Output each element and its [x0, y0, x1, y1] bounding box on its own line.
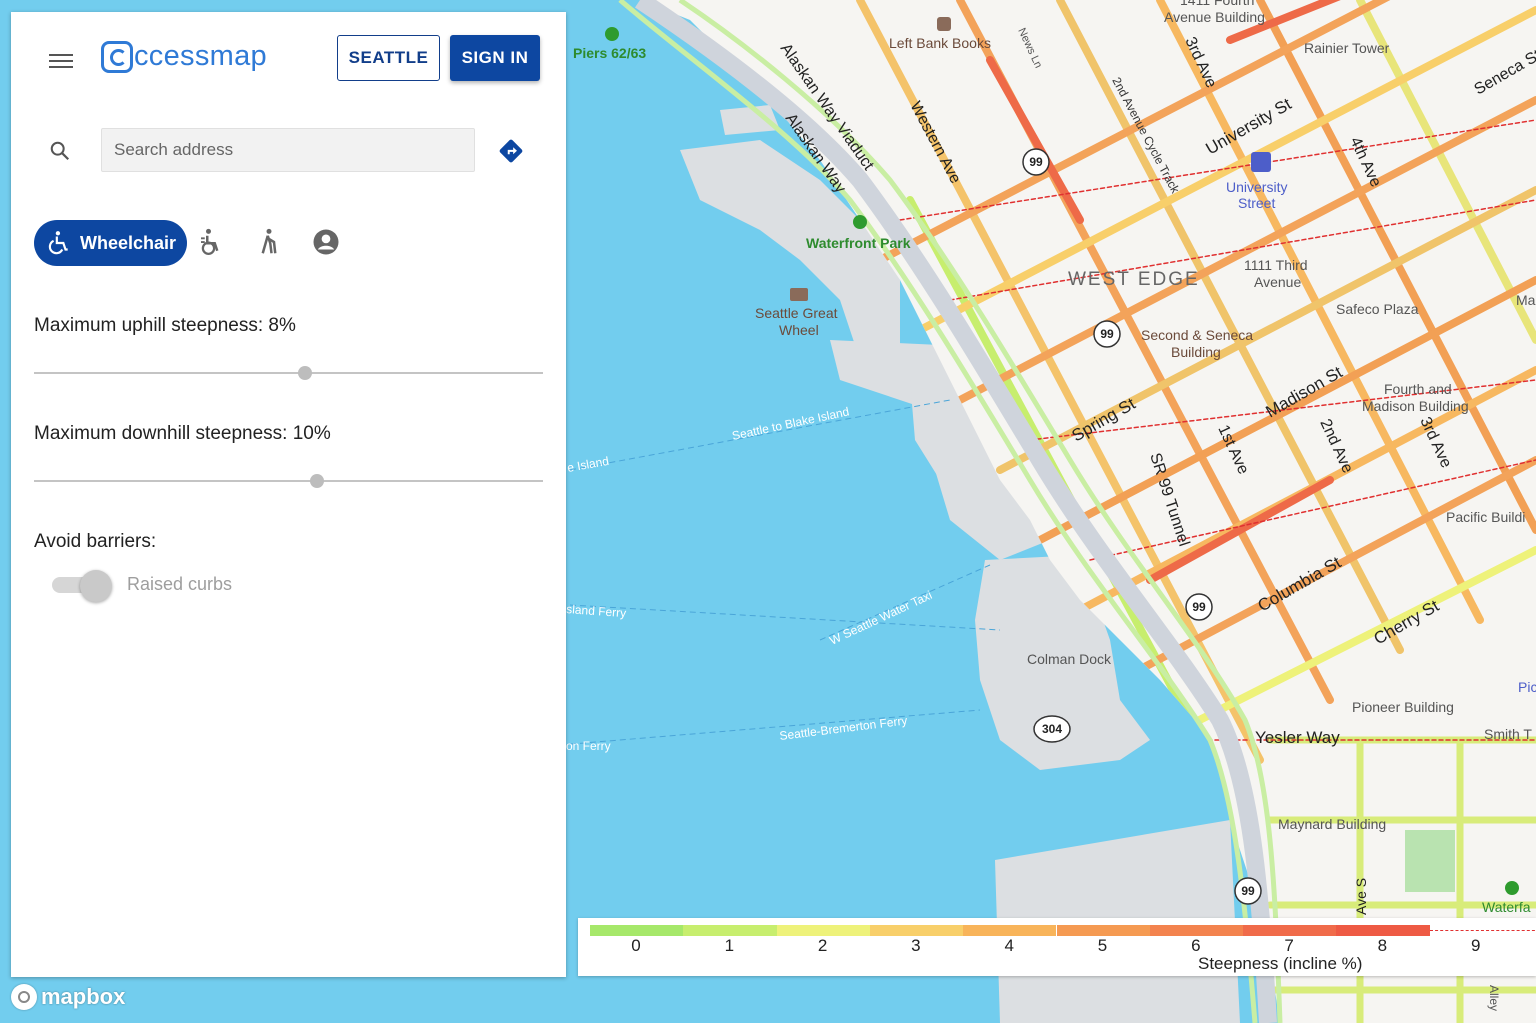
map-label: Pic	[1518, 679, 1536, 695]
legend-segment	[590, 925, 684, 936]
map-label: Ma	[1516, 292, 1536, 308]
map-label: Pioneer Building	[1352, 699, 1454, 715]
map-label: Smith T	[1484, 726, 1532, 742]
mapbox-logo-icon	[11, 984, 37, 1010]
legend-segment	[776, 925, 870, 936]
steepness-legend: 0 1 2 3 4 5 6 7 8 9 Steepness (incline %)	[578, 918, 1536, 976]
legend-segment	[1056, 925, 1150, 936]
map-label: WEST EDGE	[1068, 269, 1200, 290]
active-mode-label: Wheelchair	[80, 232, 177, 253]
map-label: University	[1226, 179, 1287, 195]
search-input[interactable]	[101, 128, 475, 172]
legend-tick-label: 7	[1284, 936, 1294, 955]
map-label: Colman Dock	[1027, 651, 1112, 667]
map-label: Safeco Plaza	[1336, 301, 1419, 317]
map-label: Madison Building	[1362, 398, 1469, 414]
route-shield-label: 99	[1100, 327, 1114, 341]
map-label: Pacific Buildi	[1446, 509, 1525, 525]
legend-segment	[1243, 925, 1337, 936]
legend-over-limit-dash	[1429, 930, 1536, 931]
map-label: on Ferry	[566, 739, 611, 753]
map-label: Waterfa	[1482, 899, 1531, 915]
control-panel: ccessmap SEATTLE SIGN IN Wheelchair Maxi…	[11, 12, 566, 977]
region-button[interactable]: SEATTLE	[337, 35, 440, 81]
wheelchair-icon	[48, 231, 68, 255]
legend-tick-label: 0	[631, 936, 641, 955]
legend-title: Steepness (incline %)	[1198, 954, 1363, 973]
map-label: Avenue Building	[1164, 9, 1265, 25]
camera-poi-icon[interactable]	[790, 288, 808, 301]
uphill-slider[interactable]	[34, 363, 543, 383]
map-label: Building	[1171, 344, 1221, 360]
route-shield-label: 99	[1241, 884, 1255, 898]
map-label: Ave S	[1353, 878, 1369, 915]
map-label: 1111 Third	[1244, 257, 1308, 273]
slider-thumb[interactable]	[309, 474, 324, 488]
map-label: 1411 Fourth	[1180, 0, 1254, 8]
map-label: Seattle Great	[755, 305, 838, 321]
park-tree-icon	[605, 27, 619, 41]
route-shield-label: 99	[1192, 600, 1206, 614]
legend-segment	[869, 925, 964, 936]
raised-curbs-label: Raised curbs	[127, 574, 233, 594]
park-tree-icon	[1505, 881, 1519, 895]
raised-curbs-toggle[interactable]	[52, 570, 114, 602]
map-label: Waterfront Park	[806, 235, 911, 251]
bookstore-poi-icon[interactable]	[937, 17, 951, 31]
slider-track	[34, 372, 543, 374]
park-area	[1405, 830, 1455, 892]
toggle-knob[interactable]	[80, 570, 112, 602]
map-label: Alley	[1487, 985, 1501, 1011]
legend-tick-label: 1	[724, 936, 735, 955]
map-label: Yesler Way	[1255, 728, 1340, 747]
legend-segment	[1336, 925, 1430, 936]
uphill-label: Maximum uphill steepness: 8%	[34, 315, 296, 336]
app-name: ccessmap	[134, 40, 267, 72]
route-shield-label: 304	[1042, 722, 1062, 736]
slider-track	[34, 480, 543, 482]
downhill-label: Maximum downhill steepness: 10%	[34, 423, 331, 444]
custom-profile-icon[interactable]	[311, 227, 341, 257]
powered-wheelchair-icon[interactable]	[196, 227, 226, 257]
mapbox-wordmark: mapbox	[41, 984, 126, 1009]
legend-segment	[963, 925, 1057, 936]
sign-in-button[interactable]: SIGN IN	[450, 35, 540, 81]
legend-tick-label: 8	[1377, 936, 1388, 955]
directions-icon[interactable]	[498, 138, 524, 164]
route-shield-label: 99	[1029, 155, 1043, 169]
map-label: Left Bank Books	[889, 35, 991, 51]
map-label: Wheel	[779, 322, 819, 338]
transit-station-icon[interactable]	[1251, 152, 1271, 172]
menu-icon[interactable]	[49, 50, 73, 70]
map-label: Second & Seneca	[1141, 327, 1253, 343]
legend-segment	[1149, 925, 1244, 936]
map-label: Fourth and	[1384, 381, 1452, 397]
avoid-barriers-label: Avoid barriers:	[34, 531, 157, 552]
legend-tick-label: 3	[911, 936, 921, 955]
park-tree-icon	[853, 215, 867, 229]
downhill-slider[interactable]	[34, 471, 543, 491]
accessmap-logo-icon	[101, 40, 133, 73]
map-label: Street	[1238, 195, 1275, 211]
map-label: Rainier Tower	[1304, 40, 1390, 56]
search-icon	[50, 141, 70, 161]
legend-tick-label: 2	[817, 936, 828, 955]
legend-tick-label: 6	[1191, 936, 1201, 955]
legend-segment	[683, 925, 777, 936]
map-label: Piers 62/63	[573, 45, 646, 61]
map-label: Avenue	[1254, 274, 1301, 290]
slider-thumb[interactable]	[298, 366, 313, 380]
wheelchair-mode-button[interactable]: Wheelchair	[34, 220, 187, 266]
legend-tick-label: 4	[1004, 936, 1014, 955]
map-label: Maynard Building	[1278, 816, 1386, 832]
cane-icon[interactable]	[254, 227, 284, 257]
legend-tick-label: 5	[1097, 936, 1108, 955]
mapbox-attribution[interactable]: mapbox	[11, 984, 125, 1010]
legend-tick-label: 9	[1470, 936, 1481, 955]
app-logo: ccessmap	[101, 40, 267, 73]
